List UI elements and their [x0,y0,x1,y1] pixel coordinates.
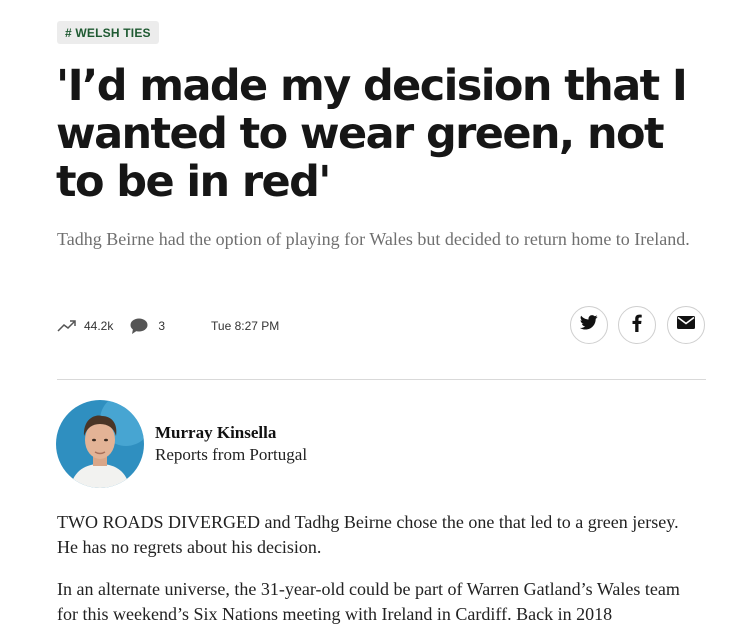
author-name[interactable]: Murray Kinsella [155,423,276,443]
trending-up-icon [57,319,77,333]
comment-count[interactable]: 3 [158,319,165,333]
share-email-button[interactable] [667,306,705,344]
body-paragraph: TWO ROADS DIVERGED and Tadhg Beirne chos… [57,512,679,557]
author-role: Reports from Portugal [155,445,308,464]
facebook-icon [632,314,642,337]
section-divider [57,379,706,380]
article-standfirst: Tadhg Beirne had the option of playing f… [57,229,690,249]
body-paragraph: In an alternate universe, the 31-year-ol… [57,579,680,624]
share-twitter-button[interactable] [570,306,608,344]
comment-bubble-icon[interactable] [130,318,148,334]
publish-time: Tue 8:27 PM [211,319,280,333]
share-facebook-button[interactable] [618,306,656,344]
author-avatar[interactable] [56,400,144,488]
article-meta: 44.2k 3 Tue 8:27 PM [57,316,279,336]
email-icon [677,316,695,334]
twitter-icon [579,315,598,335]
view-count: 44.2k [84,319,114,333]
topic-tag[interactable]: # WELSH TIES [57,21,159,44]
article-headline: 'I’d made my decision that I wanted to w… [56,61,688,207]
